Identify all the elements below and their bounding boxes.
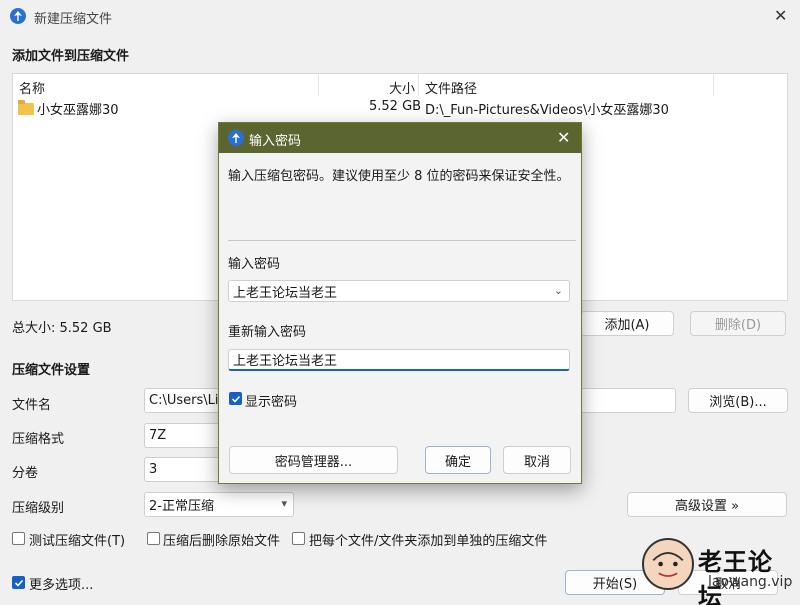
column-header-name[interactable]: 名称 <box>19 78 45 97</box>
dialog-close-icon[interactable]: ✕ <box>557 128 570 147</box>
app-icon <box>228 130 244 146</box>
more-options-checkbox[interactable] <box>12 576 25 589</box>
mascot-face-icon <box>642 538 694 590</box>
password-dialog: 输入密码 ✕ 输入压缩包密码。建议使用至少 8 位的密码来保证安全性。 输入密码… <box>218 122 582 484</box>
window-title: 新建压缩文件 <box>34 12 113 27</box>
delete-after-label[interactable]: 压缩后删除原始文件 <box>163 530 280 549</box>
show-password-label[interactable]: 显示密码 <box>245 391 297 410</box>
row-name[interactable]: 小女巫露娜30 <box>37 99 119 118</box>
level-select-value: 2-正常压缩 <box>149 499 214 514</box>
confirm-password-input[interactable]: 上老王论坛当老王 <box>228 349 570 371</box>
level-label: 压缩级别 <box>12 501 65 516</box>
password-label: 输入密码 <box>228 257 281 272</box>
delete-after-checkbox[interactable] <box>147 532 160 545</box>
browse-button[interactable]: 浏览(B)... <box>688 388 788 413</box>
folder-icon <box>18 100 34 115</box>
level-select[interactable]: 2-正常压缩 ▾ <box>144 492 294 517</box>
total-size: 总大小: 5.52 GB <box>12 321 112 336</box>
app-icon <box>10 8 26 24</box>
row-path: D:\_Fun-Pictures&Videos\小女巫露娜30 <box>425 103 669 118</box>
column-separator <box>318 74 319 96</box>
close-icon[interactable]: ✕ <box>774 6 787 25</box>
separate-archives-checkbox[interactable] <box>292 532 305 545</box>
format-select-value: 7Z <box>149 428 167 443</box>
chevron-down-icon: ▾ <box>281 497 287 510</box>
ok-button[interactable]: 确定 <box>425 446 491 474</box>
confirm-password-label: 重新输入密码 <box>228 325 307 340</box>
dialog-title-bar: 输入密码 ✕ <box>219 123 581 153</box>
watermark-logo: 老王论坛 laowang.vip <box>636 528 796 605</box>
delete-button[interactable]: 删除(D) <box>690 311 786 336</box>
show-password-checkbox[interactable] <box>229 392 242 405</box>
column-header-path[interactable]: 文件路径 <box>425 78 477 97</box>
format-label: 压缩格式 <box>12 432 65 447</box>
settings-heading: 压缩文件设置 <box>12 363 91 378</box>
title-bar: 新建压缩文件 ✕ <box>0 0 800 32</box>
password-value: 上老王论坛当老王 <box>233 285 338 301</box>
column-header-size[interactable]: 大小 <box>389 78 415 97</box>
password-input[interactable]: 上老王论坛当老王 ⌄ <box>228 280 570 302</box>
password-manager-button[interactable]: 密码管理器... <box>229 446 398 474</box>
column-separator <box>713 74 714 96</box>
separate-archives-label[interactable]: 把每个文件/文件夹添加到单独的压缩文件 <box>309 530 547 549</box>
add-button[interactable]: 添加(A) <box>580 311 674 336</box>
row-size: 5.52 GB <box>369 99 422 114</box>
dialog-description: 输入压缩包密码。建议使用至少 8 位的密码来保证安全性。 <box>228 169 570 184</box>
more-options-label[interactable]: 更多选项... <box>29 574 93 593</box>
watermark-url: laowang.vip <box>708 574 793 590</box>
dialog-divider <box>228 240 576 241</box>
split-label: 分卷 <box>12 466 39 481</box>
advanced-settings-button[interactable]: 高级设置 » <box>627 492 787 517</box>
add-section-heading: 添加文件到压缩文件 <box>12 49 130 64</box>
test-archive-label[interactable]: 测试压缩文件(T) <box>29 530 125 549</box>
filename-label: 文件名 <box>12 398 52 413</box>
dialog-cancel-button[interactable]: 取消 <box>503 446 571 474</box>
dialog-title: 输入密码 <box>249 134 302 149</box>
test-archive-checkbox[interactable] <box>12 532 25 545</box>
chevron-down-icon[interactable]: ⌄ <box>554 284 563 297</box>
column-separator <box>418 74 419 96</box>
